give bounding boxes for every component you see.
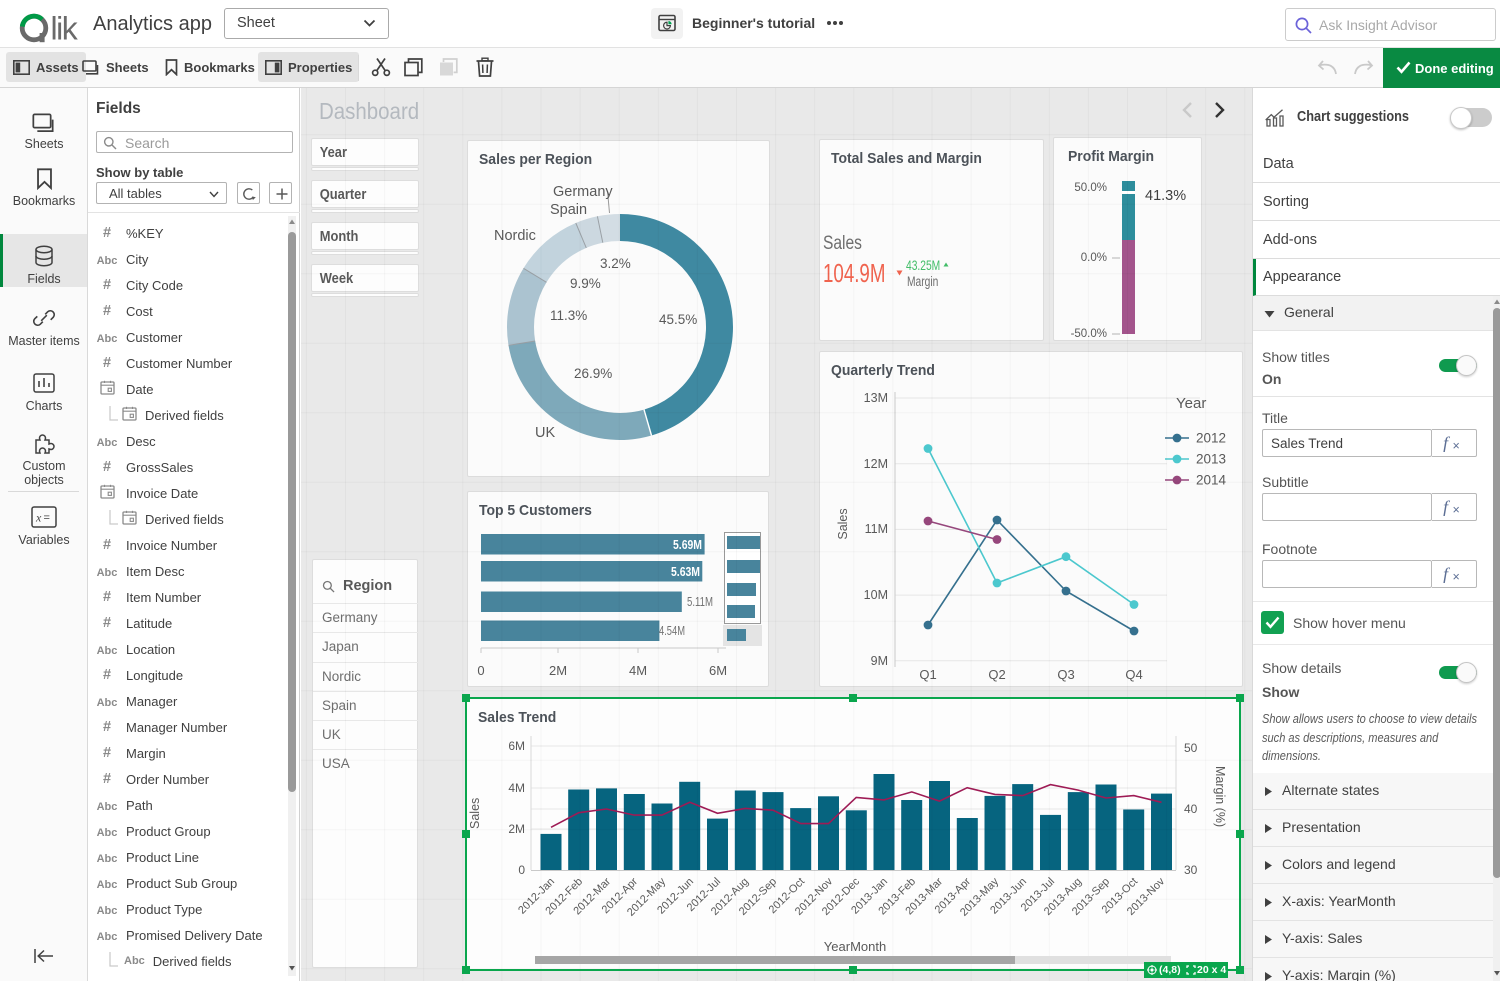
svg-text:f: f <box>1443 499 1451 516</box>
svg-text:-50.0%: -50.0% <box>1071 328 1107 340</box>
svg-text:Nordic: Nordic <box>494 228 536 244</box>
svg-text:Q4: Q4 <box>1125 667 1142 682</box>
svg-text:45.5%: 45.5% <box>659 312 697 327</box>
svg-text:UK: UK <box>535 425 555 441</box>
svg-text:2013: 2013 <box>1196 452 1226 467</box>
svg-text:Q3: Q3 <box>1057 667 1074 682</box>
svg-text:2014: 2014 <box>1196 473 1227 488</box>
svg-text:12M: 12M <box>864 457 888 471</box>
svg-text:11M: 11M <box>865 522 888 536</box>
svg-text:×: × <box>1453 439 1460 452</box>
svg-text:4M: 4M <box>629 663 647 678</box>
svg-text:=: = <box>44 512 50 524</box>
svg-text:f: f <box>1443 435 1451 452</box>
svg-text:0.0%: 0.0% <box>1081 252 1107 264</box>
svg-text:2M: 2M <box>549 663 567 678</box>
svg-text:13M: 13M <box>864 391 888 405</box>
svg-text:5.69M: 5.69M <box>673 538 702 552</box>
svg-text:9M: 9M <box>871 654 888 668</box>
svg-text:Q2: Q2 <box>988 667 1005 682</box>
svg-text:41.3%: 41.3% <box>1145 188 1186 204</box>
svg-text:5.63M: 5.63M <box>671 565 700 579</box>
svg-text:0: 0 <box>477 663 484 678</box>
svg-text:26.9%: 26.9% <box>574 366 612 381</box>
svg-text:Q1: Q1 <box>919 667 936 682</box>
svg-text:5.11M: 5.11M <box>687 595 713 609</box>
svg-text:50.0%: 50.0% <box>1074 182 1107 194</box>
svg-text:11.3%: 11.3% <box>550 308 587 323</box>
svg-text:Year: Year <box>1176 395 1206 412</box>
svg-text:10M: 10M <box>864 588 888 602</box>
svg-text:×: × <box>1453 570 1460 583</box>
svg-text:f: f <box>1443 566 1451 583</box>
svg-text:3.2%: 3.2% <box>600 256 631 271</box>
svg-text:9.9%: 9.9% <box>570 276 601 291</box>
svg-text:×: × <box>1453 503 1460 516</box>
svg-text:x: x <box>35 511 42 525</box>
svg-text:Germany: Germany <box>553 184 613 200</box>
svg-text:4.54M: 4.54M <box>659 624 685 638</box>
svg-text:lik: lik <box>51 11 79 45</box>
svg-text:Sales: Sales <box>836 508 850 539</box>
svg-text:6M: 6M <box>709 663 727 678</box>
svg-text:2012: 2012 <box>1196 431 1226 446</box>
svg-text:Spain: Spain <box>550 202 587 218</box>
